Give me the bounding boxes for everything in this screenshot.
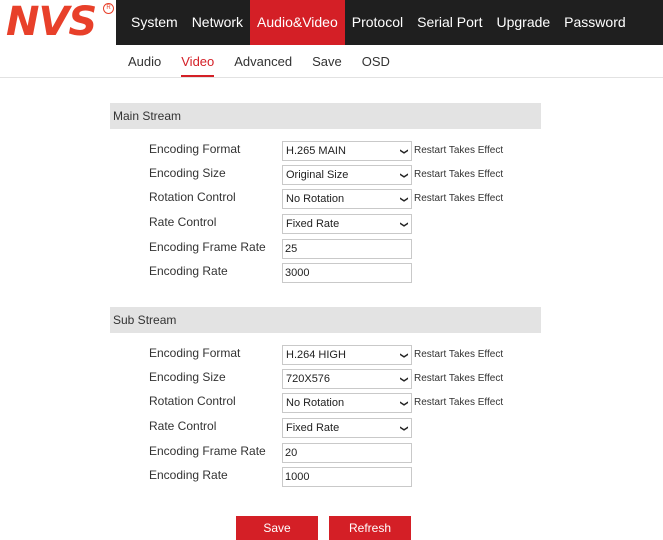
tab-video[interactable]: Video xyxy=(181,51,215,77)
chevron-down-icon: ❯ xyxy=(400,376,410,383)
main-encoding-size-value: Original Size xyxy=(286,169,349,181)
nav-serial-port[interactable]: Serial Port xyxy=(410,0,489,45)
sub-frame-rate-input[interactable]: 20 xyxy=(282,443,412,463)
tab-advanced[interactable]: Advanced xyxy=(234,51,292,75)
sub-rotation-control-select[interactable]: No Rotation ❯ xyxy=(282,393,412,413)
main-encoding-size-label: Encoding Size xyxy=(149,166,226,180)
tab-audio[interactable]: Audio xyxy=(128,51,161,75)
main-rate-control-value: Fixed Rate xyxy=(286,218,340,230)
chevron-down-icon: ❯ xyxy=(400,352,410,359)
main-rotation-control-note: Restart Takes Effect xyxy=(414,193,504,204)
sub-encoding-size-value: 720X576 xyxy=(286,373,331,385)
main-encoding-format-value: H.265 MAIN xyxy=(286,145,346,157)
chevron-down-icon: ❯ xyxy=(400,400,410,407)
registered-mark-icon: R xyxy=(103,3,114,14)
main-encoding-size-select[interactable]: Original Size ❯ xyxy=(282,165,412,185)
main-encoding-format-note: Restart Takes Effect xyxy=(414,145,504,156)
sub-rotation-control-note: Restart Takes Effect xyxy=(414,397,504,408)
chevron-down-icon: ❯ xyxy=(400,172,410,179)
main-encoding-rate-label: Encoding Rate xyxy=(149,264,228,278)
chevron-down-icon: ❯ xyxy=(400,148,410,155)
brand-logo: NVS R xyxy=(0,0,116,45)
sub-encoding-format-label: Encoding Format xyxy=(149,346,241,360)
chevron-down-icon: ❯ xyxy=(400,221,410,228)
logo-text: NVS xyxy=(6,0,97,45)
main-encoding-format-label: Encoding Format xyxy=(149,142,241,156)
save-button[interactable]: Save xyxy=(236,516,318,540)
sub-rotation-control-label: Rotation Control xyxy=(149,394,236,408)
main-rotation-control-select[interactable]: No Rotation ❯ xyxy=(282,189,412,209)
main-rate-control-select[interactable]: Fixed Rate ❯ xyxy=(282,214,412,234)
refresh-button[interactable]: Refresh xyxy=(329,516,411,540)
tab-osd[interactable]: OSD xyxy=(362,51,390,75)
sub-encoding-format-note: Restart Takes Effect xyxy=(414,349,504,360)
nav-password[interactable]: Password xyxy=(557,0,632,45)
sub-encoding-size-note: Restart Takes Effect xyxy=(414,373,504,384)
sub-frame-rate-label: Encoding Frame Rate xyxy=(149,444,266,458)
main-encoding-rate-input[interactable]: 3000 xyxy=(282,263,412,283)
nav-network[interactable]: Network xyxy=(185,0,250,45)
main-stream-header: Main Stream xyxy=(110,103,541,129)
main-frame-rate-label: Encoding Frame Rate xyxy=(149,240,266,254)
nav-protocol[interactable]: Protocol xyxy=(345,0,410,45)
tab-save[interactable]: Save xyxy=(312,51,342,75)
chevron-down-icon: ❯ xyxy=(400,196,410,203)
sub-nav: Audio Video Advanced Save OSD xyxy=(128,51,410,77)
sub-rotation-control-value: No Rotation xyxy=(286,397,345,409)
main-rotation-control-value: No Rotation xyxy=(286,193,345,205)
sub-encoding-rate-label: Encoding Rate xyxy=(149,468,228,482)
main-frame-rate-input[interactable]: 25 xyxy=(282,239,412,259)
sub-rate-control-value: Fixed Rate xyxy=(286,422,340,434)
sub-encoding-size-label: Encoding Size xyxy=(149,370,226,384)
nav-audio-video[interactable]: Audio&Video xyxy=(250,0,345,45)
main-encoding-size-note: Restart Takes Effect xyxy=(414,169,504,180)
sub-encoding-format-select[interactable]: H.264 HIGH ❯ xyxy=(282,345,412,365)
subnav-divider xyxy=(0,77,663,78)
top-nav-bar: NVS R System Network Audio&Video Protoco… xyxy=(0,0,663,45)
main-rate-control-label: Rate Control xyxy=(149,215,217,229)
sub-stream-header: Sub Stream xyxy=(110,307,541,333)
sub-rate-control-select[interactable]: Fixed Rate ❯ xyxy=(282,418,412,438)
main-encoding-format-select[interactable]: H.265 MAIN ❯ xyxy=(282,141,412,161)
sub-encoding-size-select[interactable]: 720X576 ❯ xyxy=(282,369,412,389)
main-nav: System Network Audio&Video Protocol Seri… xyxy=(124,0,633,45)
chevron-down-icon: ❯ xyxy=(400,425,410,432)
nav-upgrade[interactable]: Upgrade xyxy=(489,0,557,45)
nav-system[interactable]: System xyxy=(124,0,185,45)
sub-encoding-format-value: H.264 HIGH xyxy=(286,349,346,361)
sub-rate-control-label: Rate Control xyxy=(149,419,217,433)
main-rotation-control-label: Rotation Control xyxy=(149,190,236,204)
sub-encoding-rate-input[interactable]: 1000 xyxy=(282,467,412,487)
